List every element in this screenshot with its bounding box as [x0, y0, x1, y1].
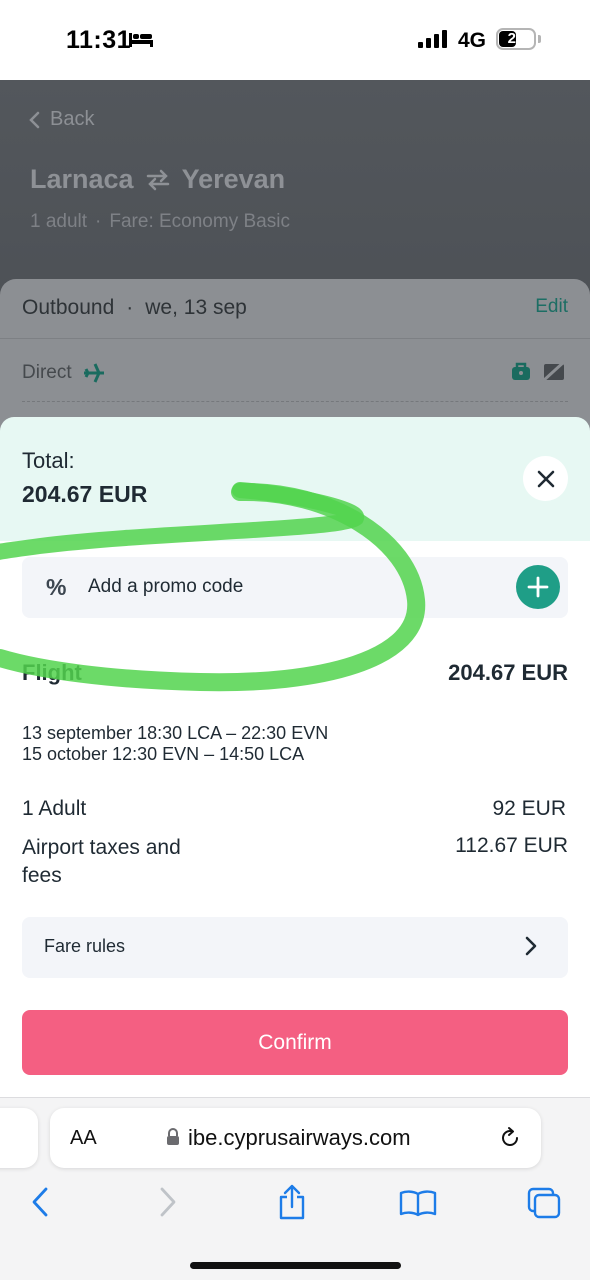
network-type: 4G	[458, 29, 487, 52]
close-button[interactable]	[523, 456, 568, 501]
taxes-label: Airport taxes and fees	[22, 836, 181, 887]
text-size-button[interactable]: AA	[70, 1127, 97, 1150]
outbound-date: we, 13 sep	[145, 296, 247, 319]
share-icon[interactable]	[278, 1183, 306, 1221]
carry-on-bag-icon	[512, 362, 530, 380]
outbound-label: Outbound	[22, 296, 115, 319]
origin-city: Larnaca	[30, 164, 134, 194]
tabs-icon[interactable]	[527, 1187, 561, 1219]
edit-outbound-button[interactable]: Edit	[535, 296, 568, 318]
chevron-right-icon	[525, 936, 537, 956]
separator-dot: ·	[126, 296, 134, 319]
fare-type: Fare: Economy Basic	[109, 211, 290, 232]
reload-icon[interactable]	[498, 1126, 522, 1150]
close-icon	[537, 470, 554, 487]
route-title: Larnaca Yerevan	[30, 164, 285, 195]
chevron-left-icon	[29, 111, 40, 128]
baggage-icons	[510, 360, 566, 382]
total-value: 204.67 EUR	[22, 481, 148, 507]
flight-price: 204.67 EUR	[448, 660, 568, 685]
destination-city: Yerevan	[181, 164, 286, 194]
no-checked-bag-icon	[542, 360, 566, 382]
outbound-header: Outbound · we, 13 sep	[22, 296, 247, 320]
confirm-button[interactable]: Confirm	[22, 1010, 568, 1075]
stops-label: Direct	[22, 362, 72, 383]
dashed-divider	[22, 401, 568, 402]
bookmarks-icon[interactable]	[399, 1189, 437, 1217]
sleep-mode-icon	[129, 33, 153, 47]
battery-level: 22	[507, 30, 525, 47]
segment-outbound: 13 september 18:30 LCA – 22:30 EVN	[22, 723, 329, 743]
flight-stops: Direct	[22, 362, 106, 384]
status-bar: 11:31 4G 22	[0, 0, 590, 80]
promo-code-label: Add a promo code	[88, 576, 244, 597]
flight-label: Flight	[22, 660, 82, 685]
adult-fare-value: 92 EUR	[492, 797, 566, 820]
battery-icon: 22	[496, 28, 536, 50]
back-button[interactable]: Back	[28, 108, 94, 131]
swap-arrows-icon	[146, 169, 169, 190]
route-subtitle: 1 adult · Fare: Economy Basic	[30, 211, 290, 233]
passenger-count: 1 adult	[30, 211, 88, 232]
browser-back-icon[interactable]	[30, 1186, 50, 1218]
cellular-signal-icon	[418, 30, 447, 48]
total-label: Total:	[22, 448, 75, 473]
status-time: 11:31	[66, 26, 132, 54]
separator-dot: ·	[95, 211, 102, 232]
total-panel	[0, 417, 590, 541]
plane-icon	[83, 363, 104, 383]
plus-icon	[527, 576, 549, 598]
taxes-value: 112.67 EUR	[455, 834, 568, 857]
home-indicator	[190, 1262, 401, 1269]
add-promo-button[interactable]	[516, 565, 560, 609]
url-text: ibe.cyprusairways.com	[188, 1125, 411, 1150]
previous-tab-preview[interactable]	[0, 1108, 38, 1168]
divider	[0, 338, 590, 339]
browser-forward-icon[interactable]	[158, 1186, 178, 1218]
adult-fare-label: 1 Adult	[22, 797, 87, 820]
fare-rules-label: Fare rules	[44, 936, 126, 956]
percent-icon: %	[46, 574, 67, 600]
back-label: Back	[50, 108, 95, 130]
segment-return: 15 october 12:30 EVN – 14:50 LCA	[22, 744, 305, 764]
lock-icon	[167, 1128, 179, 1145]
battery-cap	[538, 35, 541, 43]
